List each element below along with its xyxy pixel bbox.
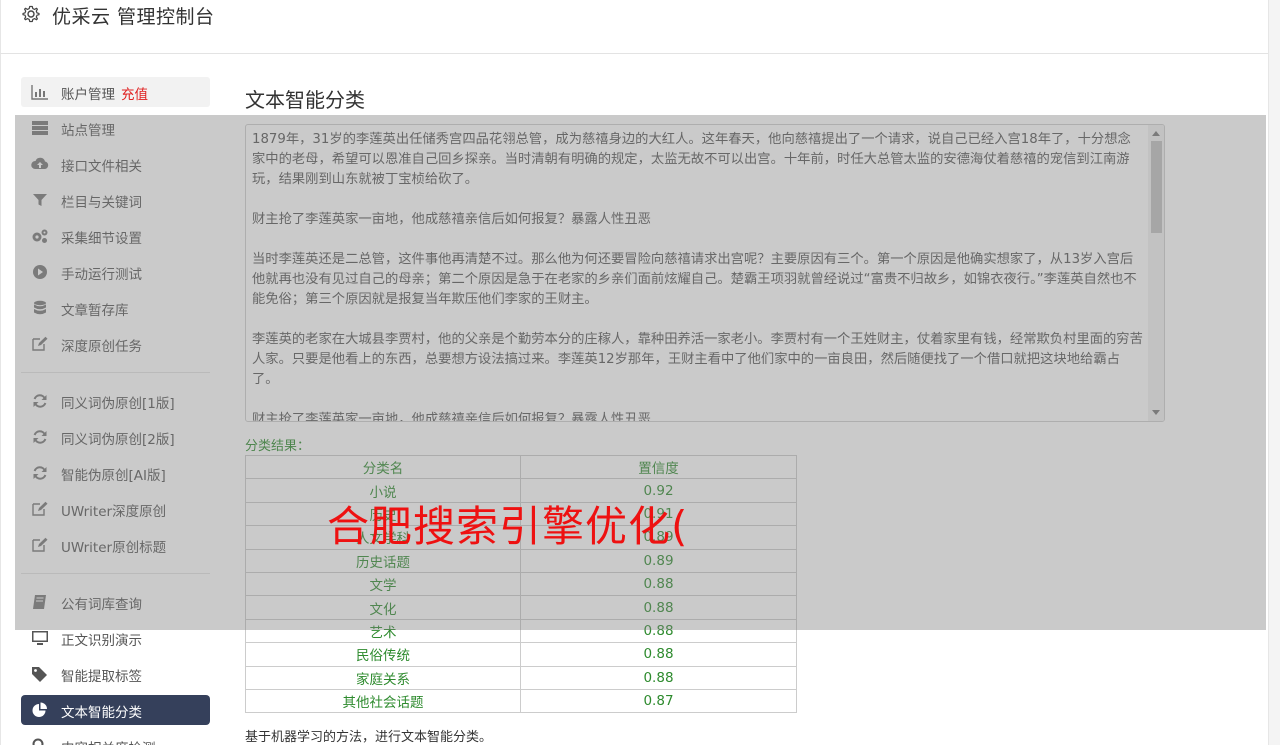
gear-icon (22, 5, 40, 23)
confidence-cell: 0.88 (520, 642, 797, 667)
top-bar: 优采云 管理控制台 (0, 0, 1268, 54)
confidence-cell: 0.88 (520, 665, 797, 690)
app-title: 优采云 管理控制台 (52, 6, 215, 28)
search-icon (32, 738, 44, 745)
method-note: 基于机器学习的方法，进行文本智能分类。 (245, 730, 493, 745)
sidebar-item-text-classification[interactable]: 文本智能分类 (21, 695, 210, 725)
table-row: 家庭关系 0.88 (245, 665, 797, 690)
sidebar-item-label: 内容相关度检测 (61, 737, 156, 745)
sidebar-item-extract-tags[interactable]: 智能提取标签 (21, 659, 210, 689)
sidebar-item-relevance-check[interactable]: 内容相关度检测 (21, 731, 210, 745)
category-cell: 民俗传统 (245, 642, 521, 667)
sidebar-item-label: 文本智能分类 (61, 705, 142, 721)
sidebar-item-label: 正文识别演示 (61, 633, 142, 649)
page-title: 文本智能分类 (245, 88, 365, 112)
table-row: 民俗传统 0.88 (245, 642, 797, 667)
tag-icon (32, 667, 47, 682)
watermark-text: 合肥搜索引擎优化( (327, 502, 689, 551)
table-row: 其他社会话题 0.87 (245, 688, 797, 714)
sidebar-item-label: 智能提取标签 (61, 669, 142, 685)
category-cell: 家庭关系 (245, 665, 521, 690)
recharge-link[interactable]: 充值 (121, 87, 148, 103)
sidebar-item-label: 账户管理 (61, 87, 115, 103)
category-cell: 其他社会话题 (245, 688, 521, 714)
page-scrollbar[interactable] (1268, 0, 1280, 745)
confidence-cell: 0.87 (520, 688, 797, 714)
pie-chart-icon (32, 702, 47, 717)
bar-chart-icon (31, 85, 48, 100)
sidebar-item-account[interactable]: 账户管理 充值 (21, 77, 210, 107)
monitor-icon (32, 631, 48, 645)
